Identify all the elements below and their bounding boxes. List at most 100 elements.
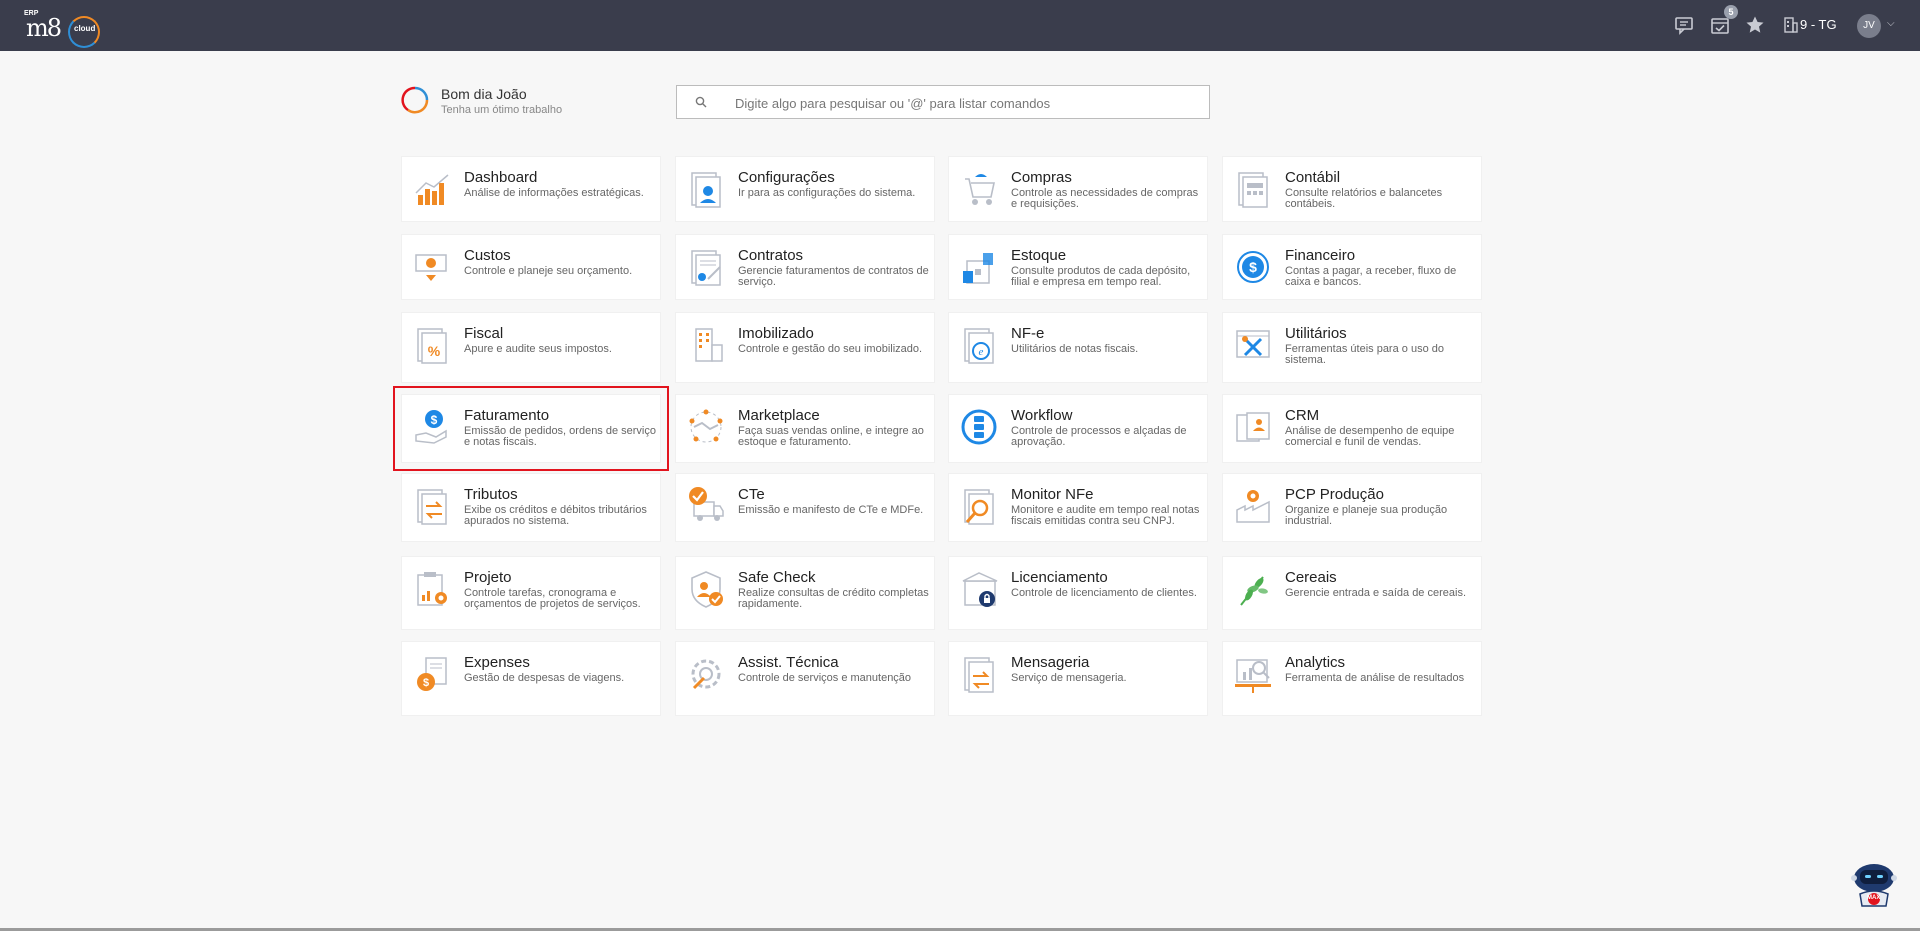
tools-icon xyxy=(1236,330,1270,358)
module-title: Marketplace xyxy=(738,407,820,424)
magnifier-document-icon xyxy=(964,489,994,525)
module-description: Ferramenta de análise de resultados xyxy=(1285,672,1465,684)
module-card-imobilizado[interactable]: Imobilizado Controle e gestão do seu imob… xyxy=(675,312,935,383)
module-title: Projeto xyxy=(464,569,512,586)
favorites-star-icon[interactable] xyxy=(1745,15,1765,35)
clipboard-gear-icon xyxy=(417,572,447,606)
module-card-utilitarios[interactable]: Utilitários Ferramentas úteis para o uso … xyxy=(1222,312,1482,383)
license-icon xyxy=(962,572,998,607)
module-card-expenses[interactable]: $ Expenses Gestão de despesas de viagens. xyxy=(401,641,661,716)
shield-check-icon xyxy=(691,571,723,608)
module-card-crm[interactable]: CRM Análise de desempenho de equipe comer… xyxy=(1222,394,1482,463)
module-title: Dashboard xyxy=(464,169,538,186)
module-title: Financeiro xyxy=(1285,247,1356,264)
max-assistant-button[interactable]: MAX xyxy=(1848,858,1900,910)
greeting-subtitle: Tenha um ótimo trabalho xyxy=(441,104,563,116)
module-card-cereais[interactable]: Cereais Gerencie entrada e saída de cerea… xyxy=(1222,556,1482,630)
search-input[interactable] xyxy=(733,92,1197,114)
building-icon xyxy=(695,328,723,362)
handshake-icon xyxy=(689,409,723,443)
module-card-pcp-producao[interactable]: PCP Produção Organize e planeje sua produ… xyxy=(1222,473,1482,542)
module-title: Cereais xyxy=(1285,569,1337,586)
module-description: Análise de desempenho de equipe comercia… xyxy=(1285,425,1455,448)
module-description: Gerencie entrada e saída de cereais. xyxy=(1285,587,1467,599)
module-card-assist-tecnica[interactable]: Assist. Técnica Controle de serviços e ma… xyxy=(675,641,935,716)
module-title: Mensageria xyxy=(1011,654,1090,671)
tax-document-icon xyxy=(417,489,447,525)
module-card-licenciamento[interactable]: Licenciamento Controle de licenciamento d… xyxy=(948,556,1208,630)
crm-icon xyxy=(1236,412,1270,442)
module-title: Tributos xyxy=(464,486,518,503)
module-description: Consulte relatórios e balancetes contábe… xyxy=(1285,187,1443,210)
module-description: Contas a pagar, a receber, fluxo de caix… xyxy=(1285,265,1457,288)
search-icon xyxy=(695,96,707,108)
module-card-monitor-nfe[interactable]: Monitor NFe Monitore e audite em tempo re… xyxy=(948,473,1208,542)
module-title: Utilitários xyxy=(1285,325,1347,342)
warehouse-icon xyxy=(963,253,993,284)
search-box[interactable] xyxy=(676,85,1210,119)
module-card-analytics[interactable]: Analytics Ferramenta de análise de result… xyxy=(1222,641,1482,716)
module-description: Realize consultas de crédito completas r… xyxy=(738,587,929,610)
module-card-faturamento[interactable]: $ Faturamento Emissão de pedidos, ordens d… xyxy=(393,386,669,471)
notification-badge: 5 xyxy=(1724,5,1738,19)
module-description: Gestão de despesas de viagens. xyxy=(464,672,625,684)
money-icon xyxy=(415,254,447,281)
module-description: Controle e planeje seu orçamento. xyxy=(464,265,633,277)
module-description: Controle de serviços e manutenção xyxy=(738,672,912,684)
module-card-financeiro[interactable]: $ Financeiro Contas a pagar, a receber, fl… xyxy=(1222,234,1482,300)
company-selector[interactable]: 9 - TG xyxy=(1800,17,1837,32)
module-title: Safe Check xyxy=(738,569,816,586)
module-description: Apure e audite seus impostos. xyxy=(464,343,612,355)
module-card-custos[interactable]: Custos Controle e planeje seu orçamento. xyxy=(401,234,661,300)
module-title: NF-e xyxy=(1011,325,1045,342)
module-card-compras[interactable]: Compras Controle as necessidades de compr… xyxy=(948,156,1208,222)
module-description: Consulte produtos de cada depósito, fili… xyxy=(1011,265,1191,288)
module-description: Exibe os créditos e débitos tributários … xyxy=(464,504,647,527)
module-title: Custos xyxy=(464,247,511,264)
module-card-workflow[interactable]: Workflow Controle de processos e alçadas … xyxy=(948,394,1208,463)
chat-icon[interactable] xyxy=(1674,15,1694,35)
user-avatar[interactable]: JV xyxy=(1857,14,1881,38)
module-description: Gerencie faturamentos de contratos de se… xyxy=(738,265,929,288)
top-bar: ERP m8 cloud 5 9 - TG JV ⌵ xyxy=(0,0,1920,51)
expenses-icon: $ xyxy=(417,657,447,691)
module-title: CTe xyxy=(738,486,765,503)
module-title: Compras xyxy=(1011,169,1072,186)
module-card-configuracoes[interactable]: Configurações Ir para as configurações do… xyxy=(675,156,935,222)
module-title: Contábil xyxy=(1285,169,1341,186)
calculator-icon xyxy=(1238,172,1268,208)
module-description: Controle e gestão do seu imobilizado. xyxy=(738,343,923,355)
module-card-mensageria[interactable]: Mensageria Serviço de mensageria. xyxy=(948,641,1208,716)
module-description: Utilitários de notas fiscais. xyxy=(1011,343,1139,355)
shopping-cart-icon xyxy=(965,174,995,205)
wrench-gear-icon xyxy=(691,659,721,690)
module-title: Contratos xyxy=(738,247,804,264)
module-card-dashboard[interactable]: Dashboard Análise de informações estratég… xyxy=(401,156,661,222)
settings-icon xyxy=(691,172,721,208)
hand-dollar-icon: $ xyxy=(415,410,447,444)
module-title: Imobilizado xyxy=(738,325,814,342)
module-card-tributos[interactable]: Tributos Exibe os créditos e débitos trib… xyxy=(401,473,661,542)
dollar-icon: $ xyxy=(1237,251,1269,283)
nfe-document-icon: e xyxy=(964,328,994,364)
module-title: Estoque xyxy=(1011,247,1067,264)
greeting-logo-icon xyxy=(401,86,429,114)
module-title: Fiscal xyxy=(464,325,504,342)
module-title: Analytics xyxy=(1285,654,1346,671)
module-card-safe-check[interactable]: Safe Check Realize consultas de crédito c… xyxy=(675,556,935,630)
module-card-contratos[interactable]: Contratos Gerencie faturamentos de contra… xyxy=(675,234,935,300)
logo-suffix-text: cloud xyxy=(74,24,96,33)
module-description: Controle de processos e alçadas de aprov… xyxy=(1011,425,1187,448)
module-card-cte[interactable]: CTe Emissão e manifesto de CTe e MDFe. xyxy=(675,473,935,542)
module-description: Controle as necessidades de compras e re… xyxy=(1011,187,1199,210)
module-card-nf-e[interactable]: e NF-e Utilitários de notas fiscais. xyxy=(948,312,1208,383)
module-card-marketplace[interactable]: Marketplace Faça suas vendas online, e in… xyxy=(675,394,935,463)
module-card-estoque[interactable]: Estoque Consulte produtos de cada depósit… xyxy=(948,234,1208,300)
module-card-projeto[interactable]: Projeto Controle tarefas, cronograma e or… xyxy=(401,556,661,630)
chevron-down-icon[interactable]: ⌵ xyxy=(1887,18,1895,29)
module-card-contabil[interactable]: Contábil Consulte relatórios e balancetes… xyxy=(1222,156,1482,222)
module-card-fiscal[interactable]: % Fiscal Apure e audite seus impostos. xyxy=(401,312,661,383)
erp-logo[interactable]: ERP m8 cloud xyxy=(22,10,102,48)
logo-brand-text: m8 xyxy=(26,14,62,42)
module-title: Expenses xyxy=(464,654,530,671)
